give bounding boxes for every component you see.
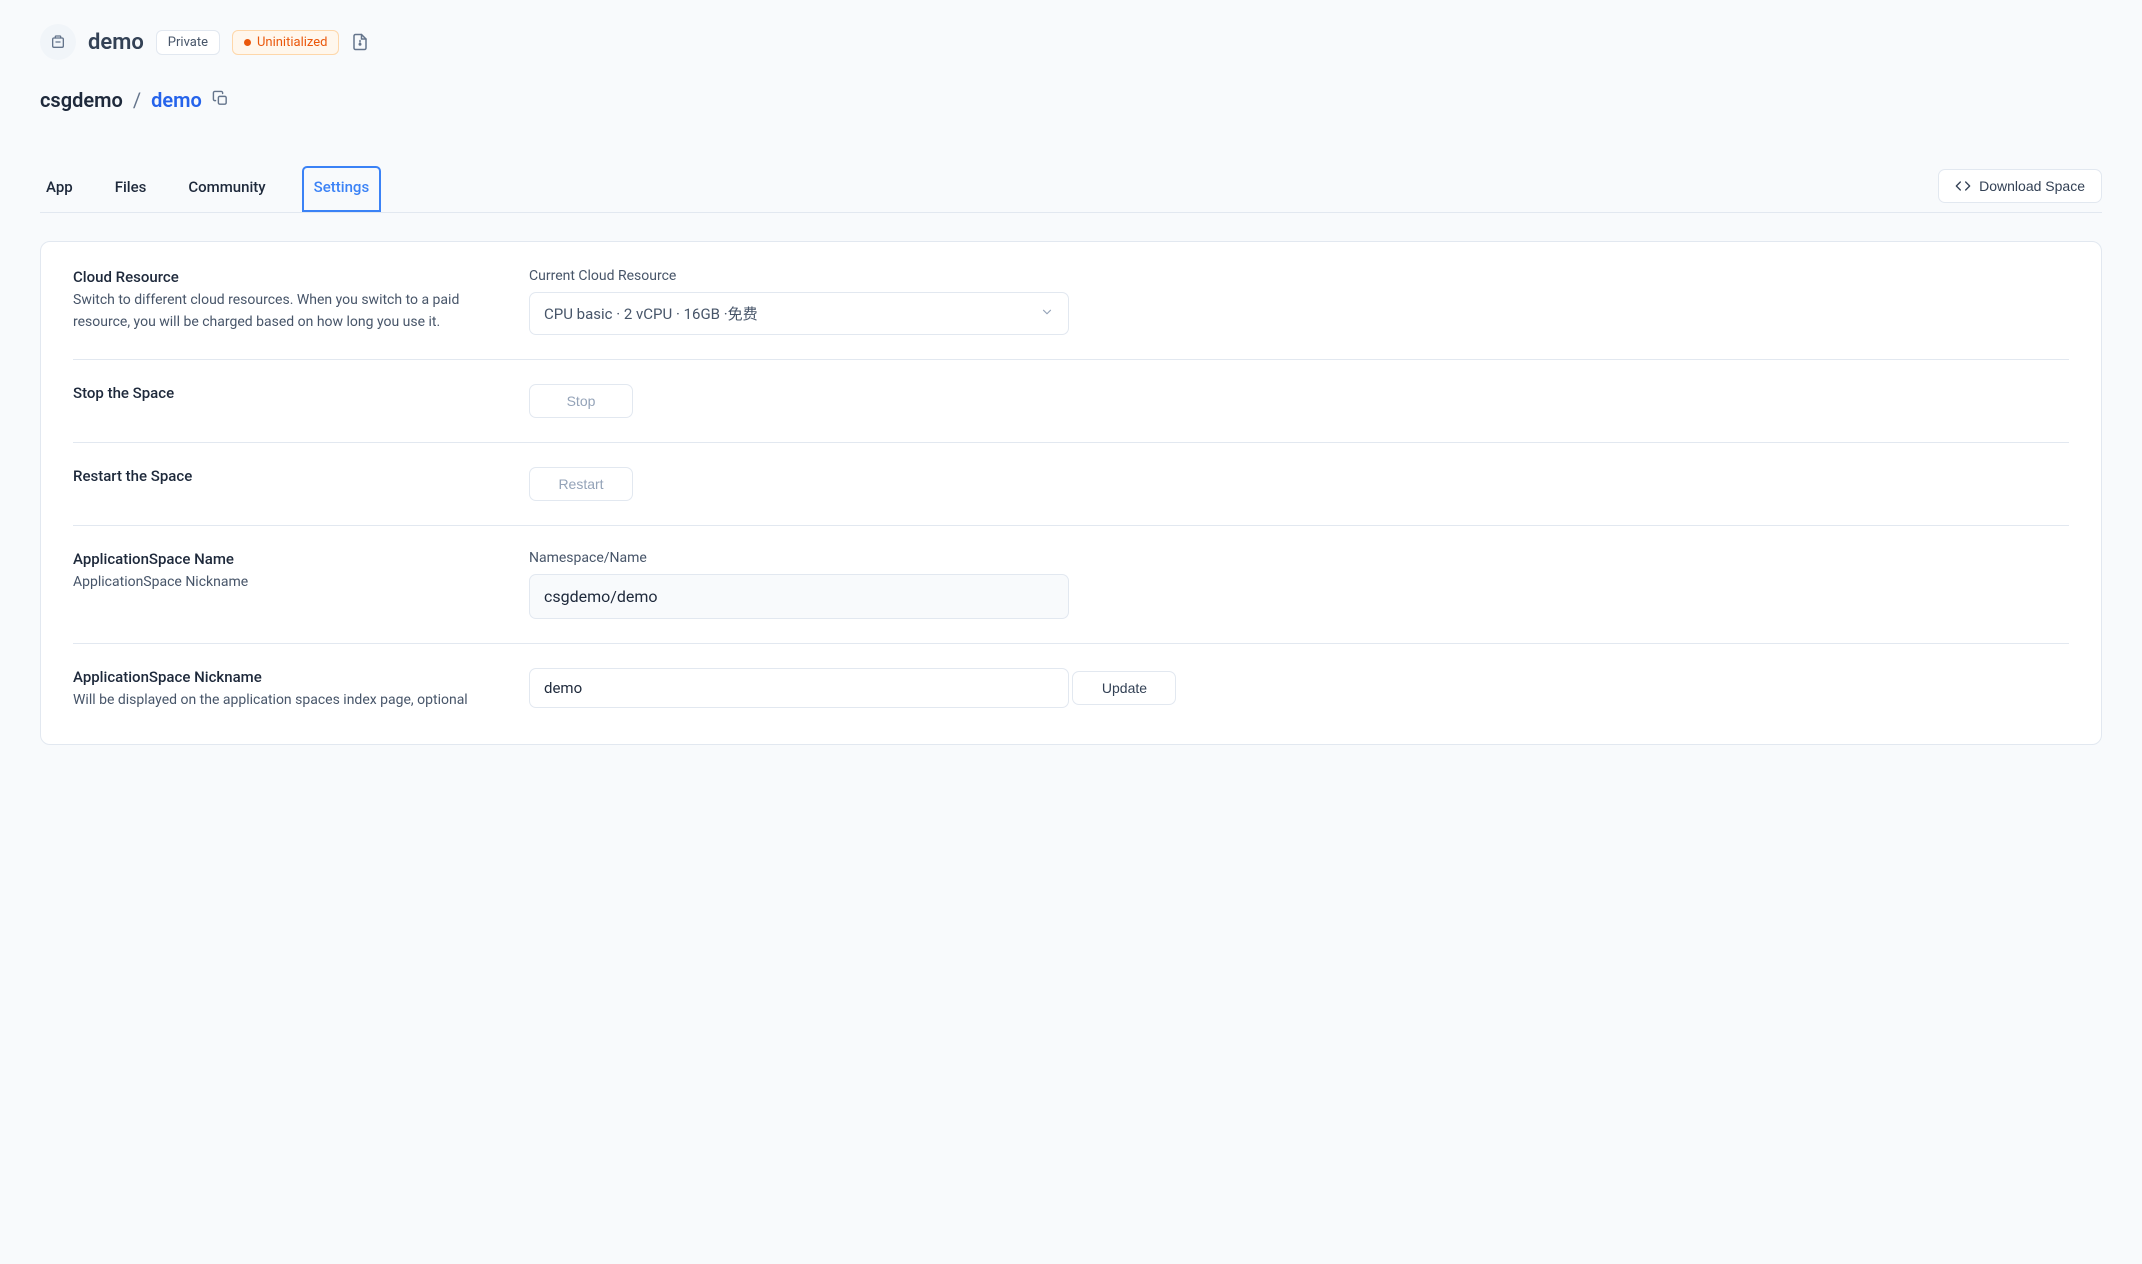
namespace-value: csgdemo/demo xyxy=(529,574,1069,619)
tab-app[interactable]: App xyxy=(40,166,79,212)
breadcrumb-name[interactable]: demo xyxy=(151,88,202,112)
setting-nickname: ApplicationSpace Nickname Will be displa… xyxy=(73,644,2069,718)
setting-cloud-resource: Cloud Resource Switch to different cloud… xyxy=(73,268,2069,360)
cloud-resource-select[interactable]: CPU basic · 2 vCPU · 16GB ·免费 xyxy=(529,292,1069,335)
update-nickname-button[interactable]: Update xyxy=(1072,671,1176,705)
report-icon[interactable] xyxy=(351,33,369,51)
tabs-list: App Files Community Settings xyxy=(40,166,381,212)
cloud-resource-selected: CPU basic · 2 vCPU · 16GB ·免费 xyxy=(544,303,758,324)
visibility-badge: Private xyxy=(156,30,220,55)
nickname-desc: Will be displayed on the application spa… xyxy=(73,690,493,712)
settings-card: Cloud Resource Switch to different cloud… xyxy=(40,241,2102,745)
breadcrumb: csgdemo / demo xyxy=(40,88,2102,112)
download-space-button[interactable]: Download Space xyxy=(1938,169,2102,203)
breadcrumb-owner[interactable]: csgdemo xyxy=(40,88,123,112)
space-name-title: ApplicationSpace Name xyxy=(73,550,493,568)
tab-community[interactable]: Community xyxy=(182,166,271,212)
cloud-resource-desc: Switch to different cloud resources. Whe… xyxy=(73,290,493,333)
tab-files[interactable]: Files xyxy=(109,166,153,212)
nickname-title: ApplicationSpace Nickname xyxy=(73,668,493,686)
download-icon xyxy=(1955,178,1971,194)
setting-restart: Restart the Space Restart xyxy=(73,443,2069,526)
stop-button[interactable]: Stop xyxy=(529,384,633,418)
cloud-resource-title: Cloud Resource xyxy=(73,268,493,286)
space-title: demo xyxy=(88,30,144,55)
current-cloud-label: Current Cloud Resource xyxy=(529,268,2069,284)
download-space-label: Download Space xyxy=(1979,178,2085,194)
setting-space-name: ApplicationSpace Name ApplicationSpace N… xyxy=(73,526,2069,644)
copy-icon[interactable] xyxy=(212,88,229,112)
space-icon xyxy=(40,24,76,60)
status-label: Uninitialized xyxy=(257,35,328,50)
tab-settings[interactable]: Settings xyxy=(302,166,382,212)
space-name-desc: ApplicationSpace Nickname xyxy=(73,572,493,594)
nickname-input[interactable] xyxy=(529,668,1069,708)
stop-title: Stop the Space xyxy=(73,384,493,402)
chevron-down-icon xyxy=(1040,305,1054,323)
tabs-row: App Files Community Settings Download Sp… xyxy=(40,166,2102,213)
breadcrumb-separator: / xyxy=(133,88,141,112)
namespace-label: Namespace/Name xyxy=(529,550,2069,566)
setting-stop: Stop the Space Stop xyxy=(73,360,2069,443)
header: demo Private Uninitialized xyxy=(40,24,2102,60)
restart-title: Restart the Space xyxy=(73,467,493,485)
status-dot-icon xyxy=(244,39,251,46)
status-badge: Uninitialized xyxy=(232,30,340,55)
restart-button[interactable]: Restart xyxy=(529,467,633,501)
